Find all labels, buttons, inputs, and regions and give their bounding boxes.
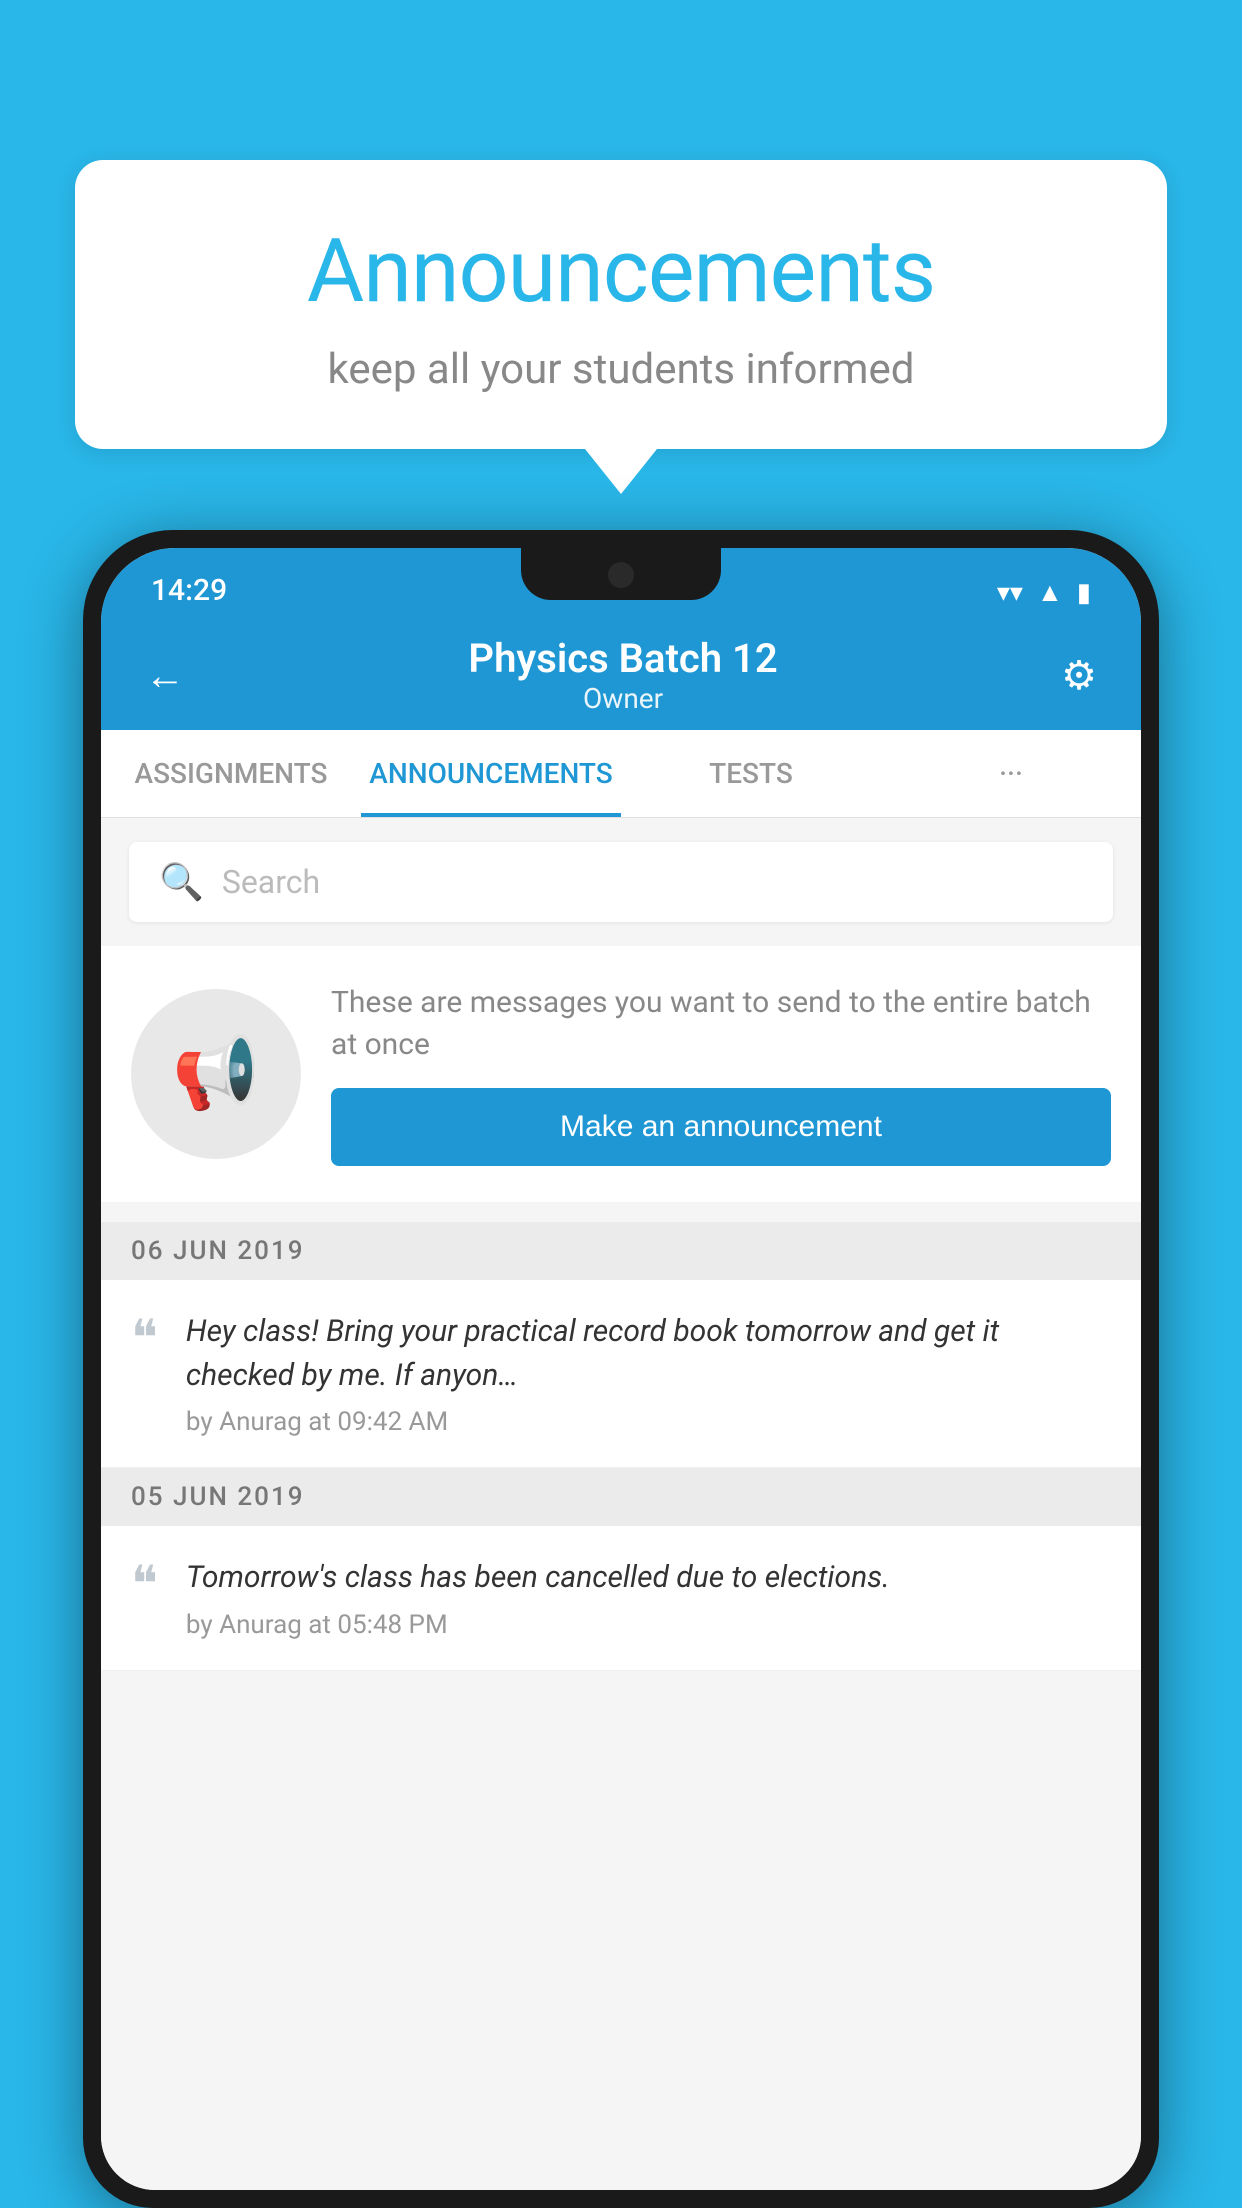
camera-dot (608, 562, 634, 588)
megaphone-icon: 📢 (172, 1033, 259, 1115)
announcement-item-2[interactable]: ❝ Tomorrow's class has been cancelled du… (101, 1526, 1141, 1671)
phone-frame: 14:29 ▾▾ ▲ ▮ ← Physics Batch 12 Owner ⚙ … (83, 530, 1159, 2208)
promo-icon-circle: 📢 (131, 989, 301, 1159)
tabs-bar: ASSIGNMENTS ANNOUNCEMENTS TESTS ··· (101, 730, 1141, 818)
date-divider-1: 06 JUN 2019 (101, 1222, 1141, 1280)
search-placeholder: Search (222, 863, 320, 901)
quote-icon-2: ❝ (131, 1560, 158, 1610)
promo-description: These are messages you want to send to t… (331, 982, 1111, 1066)
bubble-title: Announcements (155, 220, 1087, 323)
announcement-item-1[interactable]: ❝ Hey class! Bring your practical record… (101, 1280, 1141, 1468)
announcement-message-2: Tomorrow's class has been cancelled due … (186, 1556, 1111, 1600)
quote-icon-1: ❝ (131, 1314, 158, 1364)
announcement-text-2: Tomorrow's class has been cancelled due … (186, 1556, 1111, 1640)
back-button[interactable]: ← (145, 652, 185, 699)
battery-icon: ▮ (1077, 578, 1091, 608)
tab-assignments[interactable]: ASSIGNMENTS (101, 730, 361, 817)
announcement-meta-1: by Anurag at 09:42 AM (186, 1407, 1111, 1437)
phone-notch (521, 548, 721, 600)
app-bar-title: Physics Batch 12 (468, 635, 777, 682)
bubble-subtitle: keep all your students informed (155, 345, 1087, 394)
search-icon: 🔍 (159, 861, 204, 903)
speech-bubble-container: Announcements keep all your students inf… (75, 160, 1167, 494)
announcement-message-1: Hey class! Bring your practical record b… (186, 1310, 1111, 1397)
wifi-icon: ▾▾ (997, 578, 1023, 608)
announcement-meta-2: by Anurag at 05:48 PM (186, 1610, 1111, 1640)
search-bar[interactable]: 🔍 Search (129, 842, 1113, 922)
promo-card: 📢 These are messages you want to send to… (101, 946, 1141, 1202)
app-bar: ← Physics Batch 12 Owner ⚙ (101, 620, 1141, 730)
app-bar-subtitle: Owner (468, 682, 777, 715)
tab-tests[interactable]: TESTS (621, 730, 881, 817)
make-announcement-button[interactable]: Make an announcement (331, 1088, 1111, 1166)
promo-text-area: These are messages you want to send to t… (331, 982, 1111, 1166)
app-bar-center: Physics Batch 12 Owner (468, 635, 777, 715)
announcement-text-1: Hey class! Bring your practical record b… (186, 1310, 1111, 1437)
signal-icon: ▲ (1037, 577, 1063, 608)
content-area: 🔍 Search 📢 These are messages you want t… (101, 818, 1141, 2190)
tab-more[interactable]: ··· (881, 730, 1141, 817)
speech-bubble-tail (585, 449, 657, 494)
tab-announcements[interactable]: ANNOUNCEMENTS (361, 730, 621, 817)
status-time: 14:29 (151, 573, 227, 608)
phone-content-wrapper: ← Physics Batch 12 Owner ⚙ ASSIGNMENTS A… (101, 620, 1141, 2190)
date-divider-2: 05 JUN 2019 (101, 1468, 1141, 1526)
phone-inner: 14:29 ▾▾ ▲ ▮ ← Physics Batch 12 Owner ⚙ … (101, 548, 1141, 2190)
status-icons: ▾▾ ▲ ▮ (997, 577, 1091, 608)
speech-bubble: Announcements keep all your students inf… (75, 160, 1167, 449)
gear-icon[interactable]: ⚙ (1061, 652, 1097, 699)
